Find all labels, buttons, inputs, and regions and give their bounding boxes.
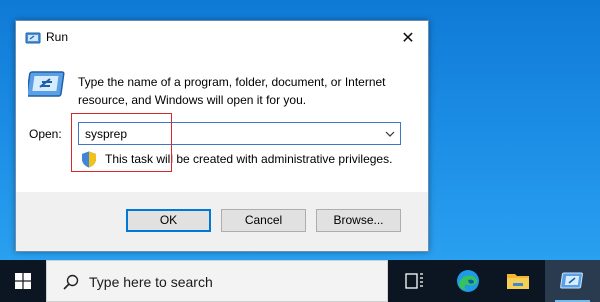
- dropdown-button[interactable]: [380, 123, 400, 144]
- search-placeholder: Type here to search: [89, 274, 213, 290]
- uac-shield-icon: [82, 151, 96, 168]
- run-dialog: Run ✕ Type the name of a program, folder…: [15, 20, 429, 252]
- search-icon: [63, 274, 79, 290]
- browse-button[interactable]: Browse...: [316, 209, 401, 232]
- run-icon: [25, 32, 41, 44]
- taskbar-search-box[interactable]: Type here to search: [46, 260, 388, 302]
- admin-privileges-note: This task will be created with administr…: [105, 152, 393, 166]
- task-view-button[interactable]: [392, 260, 438, 302]
- close-icon: ✕: [401, 28, 415, 47]
- title-bar: Run ✕: [16, 21, 428, 54]
- task-view-icon: [405, 273, 423, 289]
- taskbar: Type here to search: [0, 260, 600, 302]
- dialog-description: Type the name of a program, folder, docu…: [78, 75, 386, 107]
- run-icon: [559, 272, 583, 289]
- file-explorer-taskbar-button[interactable]: [495, 260, 541, 302]
- dialog-title: Run: [46, 30, 69, 44]
- chevron-down-icon: [385, 131, 395, 137]
- ok-button[interactable]: OK: [126, 209, 211, 232]
- open-input[interactable]: [79, 123, 375, 144]
- run-icon: [28, 71, 65, 97]
- start-button[interactable]: [0, 260, 46, 302]
- file-explorer-icon: [507, 274, 529, 289]
- edge-icon: [457, 270, 479, 292]
- run-taskbar-button[interactable]: [545, 260, 600, 302]
- edge-taskbar-button[interactable]: [445, 260, 491, 302]
- open-label: Open:: [29, 127, 62, 141]
- close-button[interactable]: ✕: [388, 21, 428, 54]
- start-icon: [15, 273, 31, 289]
- cancel-button[interactable]: Cancel: [221, 209, 306, 232]
- open-combobox[interactable]: [78, 122, 401, 145]
